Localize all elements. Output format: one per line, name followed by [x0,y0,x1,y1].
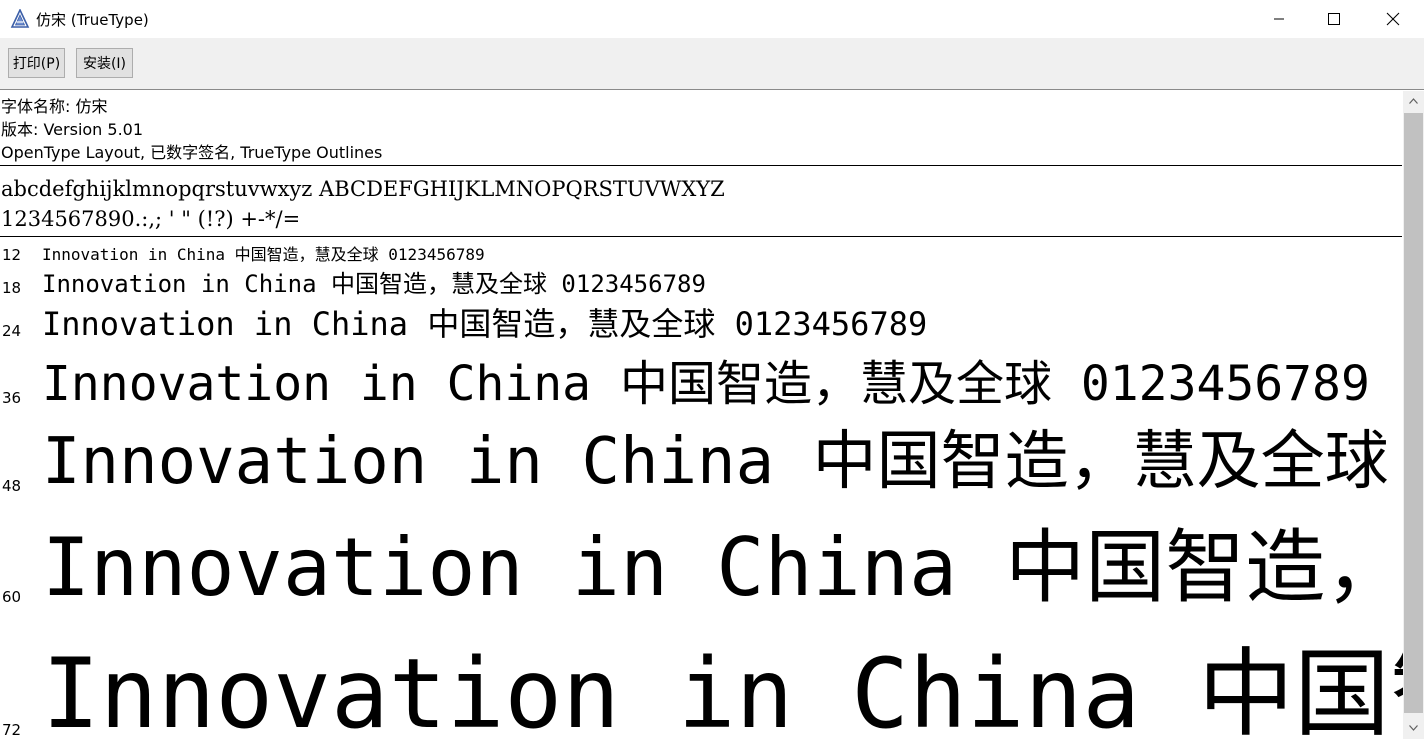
sample-text: Innovation in China 中国智造，慧及全球 0123456789 [42,356,1370,412]
sample-text: Innovation in China 中国智造，慧及全球 0123456789 [42,638,1424,739]
window-title: 仿宋 (TrueType) [36,11,149,29]
divider [0,165,1402,166]
font-name-line: 字体名称: 仿宋 [1,97,108,116]
close-icon [1386,12,1400,26]
font-version-line: 版本: Version 5.01 [1,120,144,139]
scroll-up-button[interactable] [1403,91,1424,111]
maximize-icon [1328,13,1340,25]
vertical-scrollbar[interactable] [1403,91,1424,739]
chevron-up-icon [1409,98,1418,104]
minimize-button[interactable] [1250,0,1308,38]
chevron-down-icon [1409,725,1418,731]
minimize-icon [1274,18,1284,20]
divider [0,236,1402,237]
install-button[interactable]: 安装(I) [76,48,133,78]
sample-size-label: 36 [2,389,22,407]
print-button[interactable]: 打印(P) [8,48,65,78]
font-preview-pane: 字体名称: 仿宋 版本: Version 5.01 OpenType Layou… [0,89,1424,739]
font-features-line: OpenType Layout, 已数字签名, TrueType Outline… [1,143,383,162]
sample-size-label: 18 [2,279,22,297]
charset-letters: abcdefghijklmnopqrstuvwxyz ABCDEFGHIJKLM… [1,177,725,201]
sample-text: Innovation in China 中国智造，慧及全球 0123456789 [42,425,1389,499]
sample-size-label: 24 [2,322,22,340]
sample-text: Innovation in China 中国智造，慧及全球 0123456789 [42,270,706,298]
toolbar: 打印(P) 安装(I) [0,38,1424,89]
sample-size-label: 60 [2,588,22,606]
font-viewer-icon [10,8,30,29]
sample-text: Innovation in China 中国智造，慧及全球 0123456789 [42,305,928,343]
sample-size-label: 72 [2,721,22,739]
close-button[interactable] [1364,0,1422,38]
scrollbar-thumb[interactable] [1404,113,1423,713]
scroll-down-button[interactable] [1403,718,1424,738]
maximize-button[interactable] [1305,0,1363,38]
title-bar: 仿宋 (TrueType) [0,0,1424,38]
charset-symbols: 1234567890.:,; ' " (!?) +-*/= [1,207,301,231]
sample-size-label: 48 [2,477,22,495]
sample-size-label: 12 [2,246,22,264]
sample-text: Innovation in China 中国智造，慧及全球 0123456789 [42,521,1424,614]
sample-text: Innovation in China 中国智造，慧及全球 0123456789 [42,245,485,264]
